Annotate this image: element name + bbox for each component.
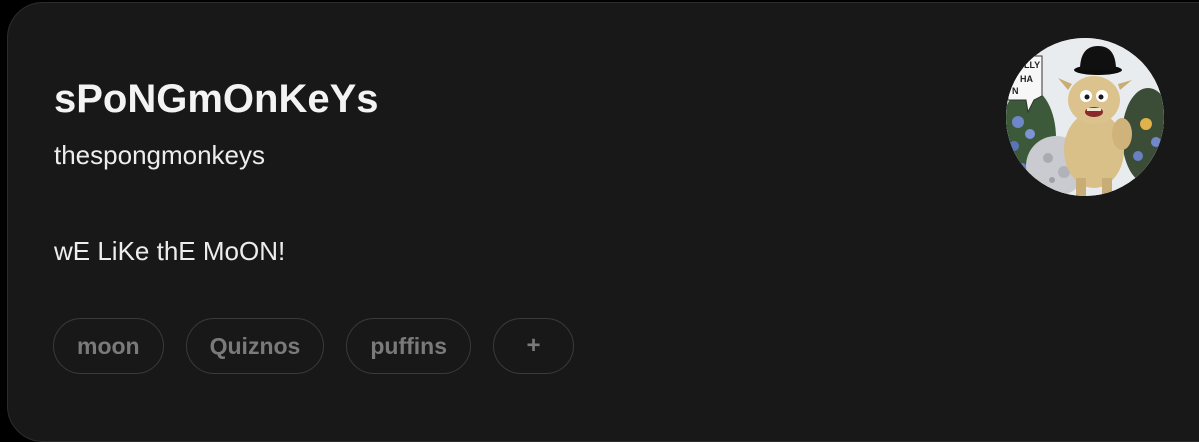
avatar-sign-text-2: HA xyxy=(1020,74,1033,84)
avatar-image: LLY HA N xyxy=(1006,38,1164,196)
avatar-sign-text-3: N xyxy=(1012,86,1019,96)
tag-chip-moon[interactable]: moon xyxy=(53,318,164,374)
profile-bio: wE LiKe thE MoON! xyxy=(54,236,286,266)
profile-username: thespongmonkeys xyxy=(54,140,266,170)
tag-chip-quiznos[interactable]: Quiznos xyxy=(185,318,325,374)
profile-card: sPoNGmOnKeYs thespongmonkeys wE LiKe thE… xyxy=(7,2,1199,442)
profile-display-name: sPoNGmOnKeYs xyxy=(54,77,379,121)
tag-list: moon Quiznos puffins + xyxy=(53,318,574,374)
add-tag-button[interactable]: + xyxy=(493,318,574,374)
tag-chip-puffins[interactable]: puffins xyxy=(346,318,471,374)
avatar[interactable]: LLY HA N xyxy=(1006,38,1164,196)
